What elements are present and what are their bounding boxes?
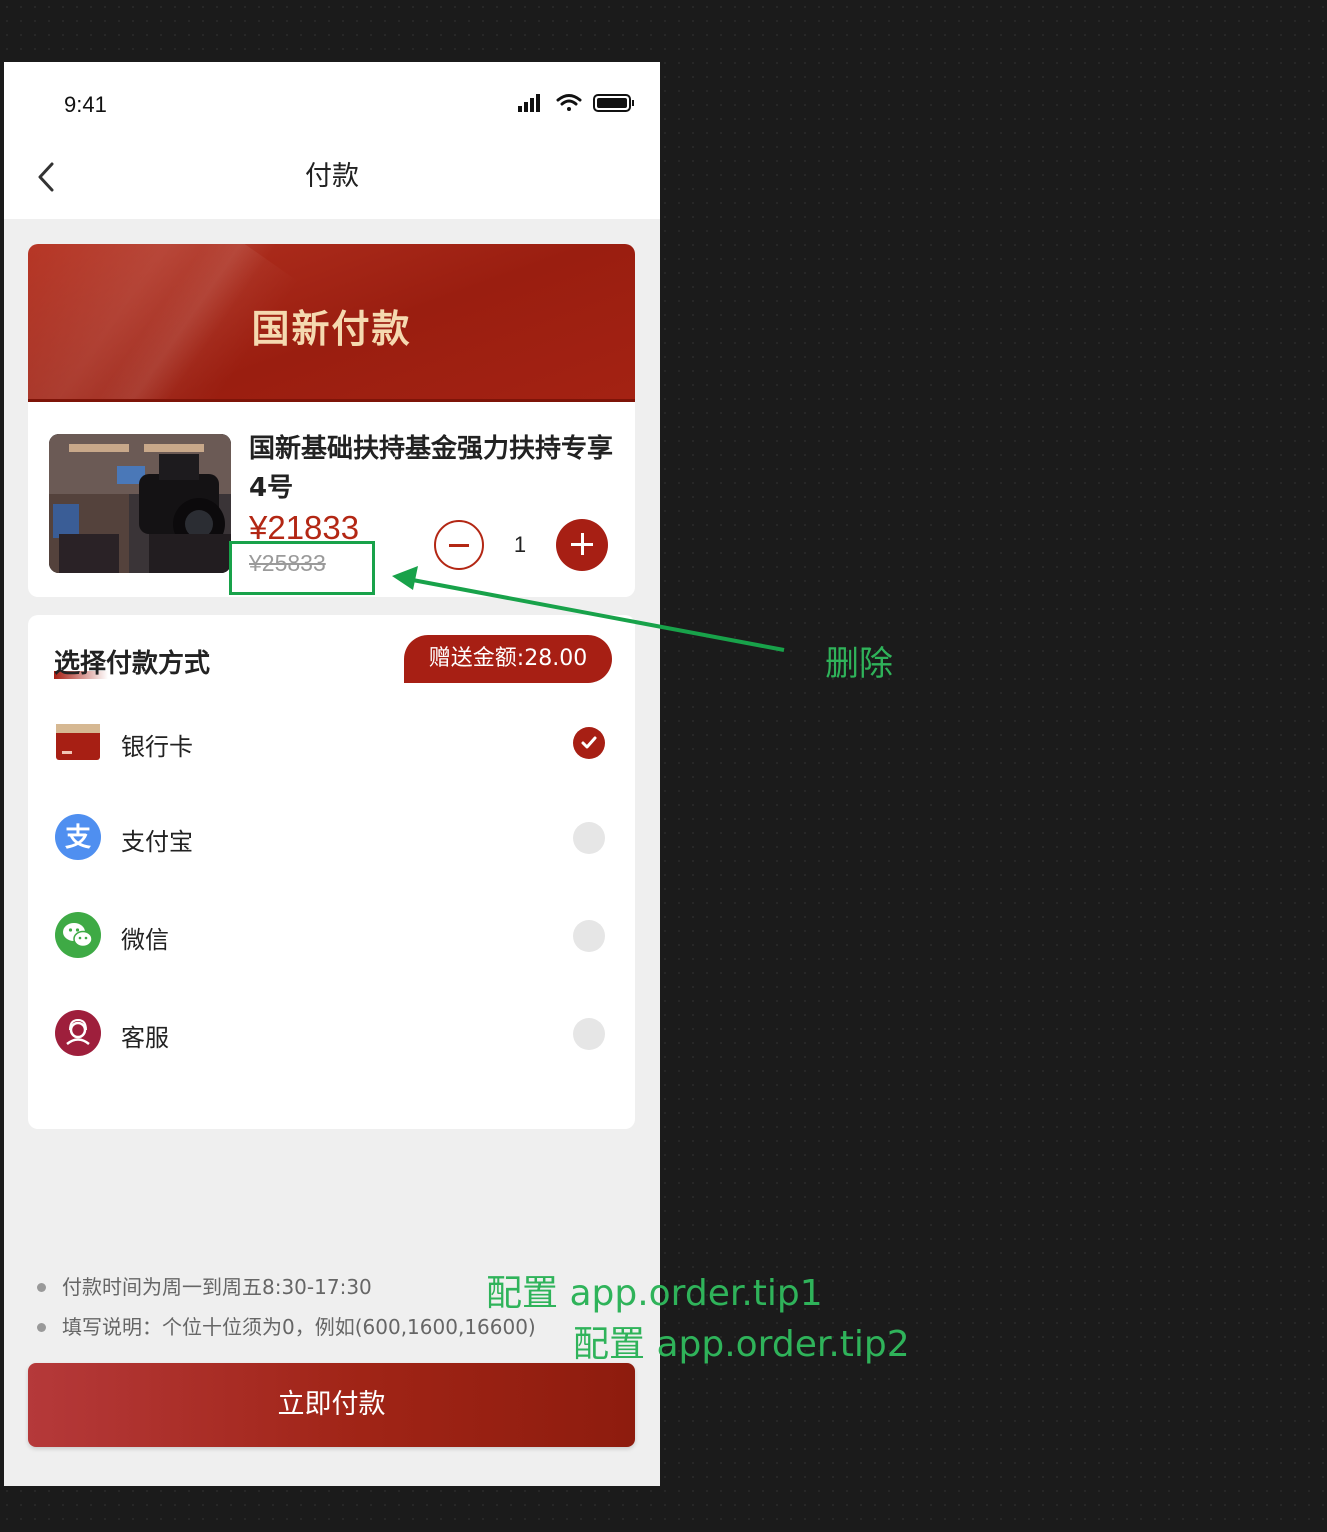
decrease-quantity-button[interactable] — [434, 520, 484, 570]
payment-option-bank-card[interactable]: 银行卡 — [28, 707, 635, 777]
svg-text:支: 支 — [65, 823, 91, 853]
tip-text: 填写说明：个位十位须为0，例如(600,1600,16600) — [62, 1315, 536, 1339]
radio-unselected[interactable] — [573, 920, 605, 952]
payment-option-alipay[interactable]: 支 支付宝 — [28, 802, 635, 872]
banner-title: 国新付款 — [251, 306, 412, 351]
top-bar: 9:41 付款 — [4, 62, 660, 219]
bank-card-icon — [56, 724, 100, 760]
alipay-icon: 支 — [55, 814, 101, 860]
tips-list: 付款时间为周一到周五8:30-17:30 填写说明：个位十位须为0，例如(600… — [34, 1270, 536, 1350]
payment-banner: 国新付款 — [28, 244, 635, 402]
radio-unselected[interactable] — [573, 822, 605, 854]
wechat-icon — [55, 912, 101, 958]
payment-option-wechat[interactable]: 微信 — [28, 900, 635, 970]
payment-option-label: 银行卡 — [121, 733, 193, 761]
product-name: 国新基础扶持基金强力扶持专享4号 — [249, 434, 614, 503]
pay-now-button[interactable]: 立即付款 — [28, 1363, 635, 1447]
payment-option-label: 支付宝 — [121, 828, 193, 856]
tip-item: 付款时间为周一到周五8:30-17:30 — [34, 1270, 536, 1310]
battery-icon — [593, 94, 634, 112]
payment-method-title: 选择付款方式 — [54, 649, 211, 679]
signal-icon — [518, 94, 540, 112]
radio-unselected[interactable] — [573, 1018, 605, 1050]
annotation-tip2-label: 配置 app.order.tip2 — [573, 1324, 910, 1365]
payment-option-label: 客服 — [121, 1024, 169, 1052]
increase-quantity-button[interactable] — [556, 519, 608, 571]
product-thumbnail — [49, 434, 231, 573]
annotation-highlight-box — [229, 541, 375, 595]
payment-method-card: 选择付款方式 赠送金额:28.00 银行卡 支 支付宝 微信 客服 — [28, 615, 635, 1129]
tip-item: 填写说明：个位十位须为0，例如(600,1600,16600) — [34, 1310, 536, 1350]
status-icons — [518, 94, 634, 112]
bonus-badge: 赠送金额:28.00 — [404, 635, 612, 683]
wifi-icon — [556, 94, 582, 111]
annotation-delete-label: 删除 — [825, 644, 893, 684]
quantity-value: 1 — [513, 532, 527, 557]
status-time: 9:41 — [64, 92, 107, 117]
payment-option-customer-service[interactable]: 客服 — [28, 998, 635, 1068]
page-title: 付款 — [305, 161, 359, 192]
tip-text: 付款时间为周一到周五8:30-17:30 — [62, 1275, 372, 1299]
check-icon — [581, 736, 597, 749]
payment-option-label: 微信 — [121, 926, 169, 954]
annotation-tip1-label: 配置 app.order.tip1 — [486, 1273, 823, 1314]
radio-selected[interactable] — [573, 727, 605, 759]
customer-service-icon — [55, 1010, 101, 1056]
